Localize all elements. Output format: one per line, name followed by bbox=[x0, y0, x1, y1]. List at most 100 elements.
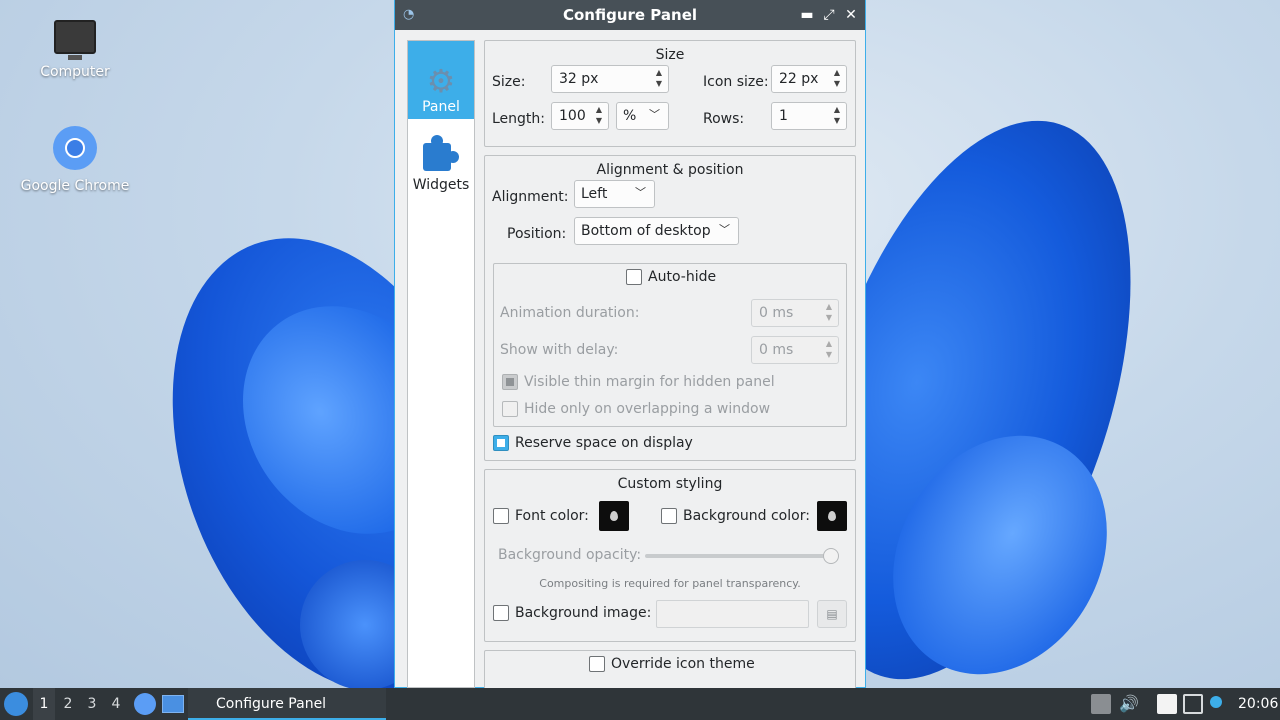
size-spinbox[interactable]: 32 px ▲ ▼ bbox=[551, 65, 669, 93]
background-opacity-slider[interactable] bbox=[645, 554, 837, 558]
show-delay-spinbox[interactable]: 0 ms ▲ ▼ bbox=[751, 336, 839, 364]
spin-arrows-icon[interactable]: ▲ ▼ bbox=[823, 338, 835, 362]
icon-size-spinbox[interactable]: 22 px ▲ ▼ bbox=[771, 65, 847, 93]
size-group: Size Size: 32 px ▲ ▼ Icon size: 22 px ▲ ▼ … bbox=[484, 40, 856, 147]
desktop-switch-4[interactable]: 4 bbox=[105, 688, 127, 720]
minimize-button[interactable]: ▬ bbox=[799, 6, 815, 24]
animation-duration-value: 0 ms bbox=[759, 305, 794, 321]
sidebar-item-panel[interactable]: ⚙ Panel bbox=[408, 41, 474, 119]
clipboard-icon[interactable] bbox=[1157, 694, 1177, 714]
position-label: Position: bbox=[507, 226, 567, 242]
icon-theme-group: Override icon theme bbox=[484, 650, 856, 690]
desktop-icon-label: Google Chrome bbox=[20, 178, 130, 194]
spin-arrows-icon[interactable]: ▲ ▼ bbox=[653, 67, 665, 91]
chrome-icon[interactable] bbox=[134, 693, 156, 715]
slider-handle[interactable] bbox=[823, 548, 839, 564]
compositing-note: Compositing is required for panel transp… bbox=[539, 577, 801, 590]
show-delay-label: Show with delay: bbox=[500, 342, 619, 358]
position-combo[interactable]: Bottom of desktop ﹀ bbox=[574, 217, 739, 245]
overlap-checkbox[interactable] bbox=[502, 401, 518, 417]
spin-arrows-icon[interactable]: ▲ ▼ bbox=[823, 301, 835, 325]
browse-image-button[interactable]: ▤ bbox=[817, 600, 847, 628]
category-sidebar: ⚙ Panel Widgets bbox=[407, 40, 475, 688]
spin-arrows-icon[interactable]: ▲ ▼ bbox=[593, 104, 605, 128]
application-menu-button[interactable] bbox=[4, 692, 28, 716]
background-image-field[interactable] bbox=[656, 600, 809, 628]
rows-value: 1 bbox=[779, 108, 788, 124]
desktop-switch-2[interactable]: 2 bbox=[57, 688, 79, 720]
close-button[interactable]: ✕ bbox=[843, 6, 859, 24]
group-title: Alignment & position bbox=[596, 162, 744, 178]
length-value: 100 bbox=[559, 108, 586, 124]
task-configure-panel[interactable]: Configure Panel bbox=[188, 688, 386, 720]
network-icon[interactable] bbox=[1183, 694, 1203, 714]
computer-icon bbox=[54, 20, 96, 60]
spin-arrows-icon[interactable]: ▲ ▼ bbox=[831, 67, 843, 91]
animation-duration-label: Animation duration: bbox=[500, 305, 640, 321]
autohide-checkbox[interactable] bbox=[626, 269, 642, 285]
length-spinbox[interactable]: 100 ▲ ▼ bbox=[551, 102, 609, 130]
alignment-label: Alignment: bbox=[492, 189, 569, 205]
length-unit-combo[interactable]: % ﹀ bbox=[616, 102, 669, 130]
task-label: Configure Panel bbox=[216, 696, 327, 712]
autohide-label: Auto-hide bbox=[648, 269, 717, 285]
override-icon-theme-checkbox[interactable] bbox=[589, 656, 605, 672]
alignment-value: Left bbox=[581, 186, 608, 202]
overlap-label: Hide only on overlapping a window bbox=[524, 401, 771, 417]
clock[interactable]: 20:06 bbox=[1238, 688, 1278, 720]
autohide-checkbox-row[interactable]: Auto-hide bbox=[626, 269, 716, 285]
overlap-row[interactable]: Hide only on overlapping a window bbox=[502, 401, 770, 417]
group-title: Custom styling bbox=[617, 476, 723, 492]
background-image-checkbox[interactable] bbox=[493, 605, 509, 621]
sidebar-item-label: Panel bbox=[422, 99, 460, 115]
override-icon-theme-row[interactable]: Override icon theme bbox=[589, 656, 755, 672]
notification-icon[interactable] bbox=[1210, 696, 1222, 708]
desktop-switch-1[interactable]: 1 bbox=[33, 688, 55, 720]
window-titlebar[interactable]: ◔ Configure Panel ▬ ⤢ ✕ bbox=[395, 0, 865, 30]
desktop-switch-3[interactable]: 3 bbox=[81, 688, 103, 720]
background-color-row[interactable]: Background color: bbox=[661, 508, 810, 524]
font-color-checkbox[interactable] bbox=[493, 508, 509, 524]
chrome-icon bbox=[53, 126, 97, 170]
icon-size-value: 22 px bbox=[779, 71, 819, 87]
sidebar-item-widgets[interactable]: Widgets bbox=[408, 119, 474, 197]
font-color-button[interactable] bbox=[599, 501, 629, 531]
spin-arrows-icon[interactable]: ▲ ▼ bbox=[831, 104, 843, 128]
desktop-icon-computer[interactable]: Computer bbox=[15, 20, 135, 80]
rows-spinbox[interactable]: 1 ▲ ▼ bbox=[771, 102, 847, 130]
chevron-down-icon: ﹀ bbox=[719, 223, 730, 236]
group-title: Size bbox=[655, 47, 685, 63]
background-color-button[interactable] bbox=[817, 501, 847, 531]
alignment-combo[interactable]: Left ﹀ bbox=[574, 180, 655, 208]
alignment-position-group: Alignment & position Alignment: Left ﹀ P… bbox=[484, 155, 856, 461]
background-color-label: Background color: bbox=[683, 508, 810, 524]
font-color-label: Font color: bbox=[515, 508, 589, 524]
configure-panel-window: ◔ Configure Panel ▬ ⤢ ✕ ⚙ Panel Widgets … bbox=[394, 0, 866, 690]
custom-styling-group: Custom styling Font color: Background co… bbox=[484, 469, 856, 642]
maximize-button[interactable]: ⤢ bbox=[821, 6, 837, 24]
reserve-space-label: Reserve space on display bbox=[515, 435, 693, 451]
image-icon: ▤ bbox=[826, 607, 838, 621]
window-title: Configure Panel bbox=[562, 6, 698, 24]
show-desktop-icon[interactable] bbox=[162, 695, 184, 713]
reserve-space-row[interactable]: Reserve space on display bbox=[493, 435, 693, 451]
font-color-row[interactable]: Font color: bbox=[493, 508, 589, 524]
volume-icon[interactable]: 🔊 bbox=[1119, 688, 1139, 720]
chevron-down-icon: ﹀ bbox=[649, 108, 660, 121]
animation-duration-spinbox[interactable]: 0 ms ▲ ▼ bbox=[751, 299, 839, 327]
rows-label: Rows: bbox=[703, 111, 745, 127]
position-value: Bottom of desktop bbox=[581, 223, 711, 239]
app-icon[interactable]: ◔ bbox=[403, 7, 419, 23]
desktop-icon-google-chrome[interactable]: Google Chrome bbox=[15, 126, 135, 194]
reserve-space-checkbox[interactable] bbox=[493, 435, 509, 451]
icon-size-label: Icon size: bbox=[703, 74, 769, 90]
background-color-checkbox[interactable] bbox=[661, 508, 677, 524]
show-delay-value: 0 ms bbox=[759, 342, 794, 358]
tray-up-arrow-icon[interactable] bbox=[1091, 694, 1111, 714]
size-value: 32 px bbox=[559, 71, 599, 87]
override-icon-theme-label: Override icon theme bbox=[611, 656, 755, 672]
background-image-row[interactable]: Background image: bbox=[493, 605, 651, 621]
thin-margin-checkbox[interactable] bbox=[502, 374, 518, 390]
thin-margin-row[interactable]: Visible thin margin for hidden panel bbox=[502, 374, 775, 390]
desktop-icon-label: Computer bbox=[40, 64, 110, 80]
